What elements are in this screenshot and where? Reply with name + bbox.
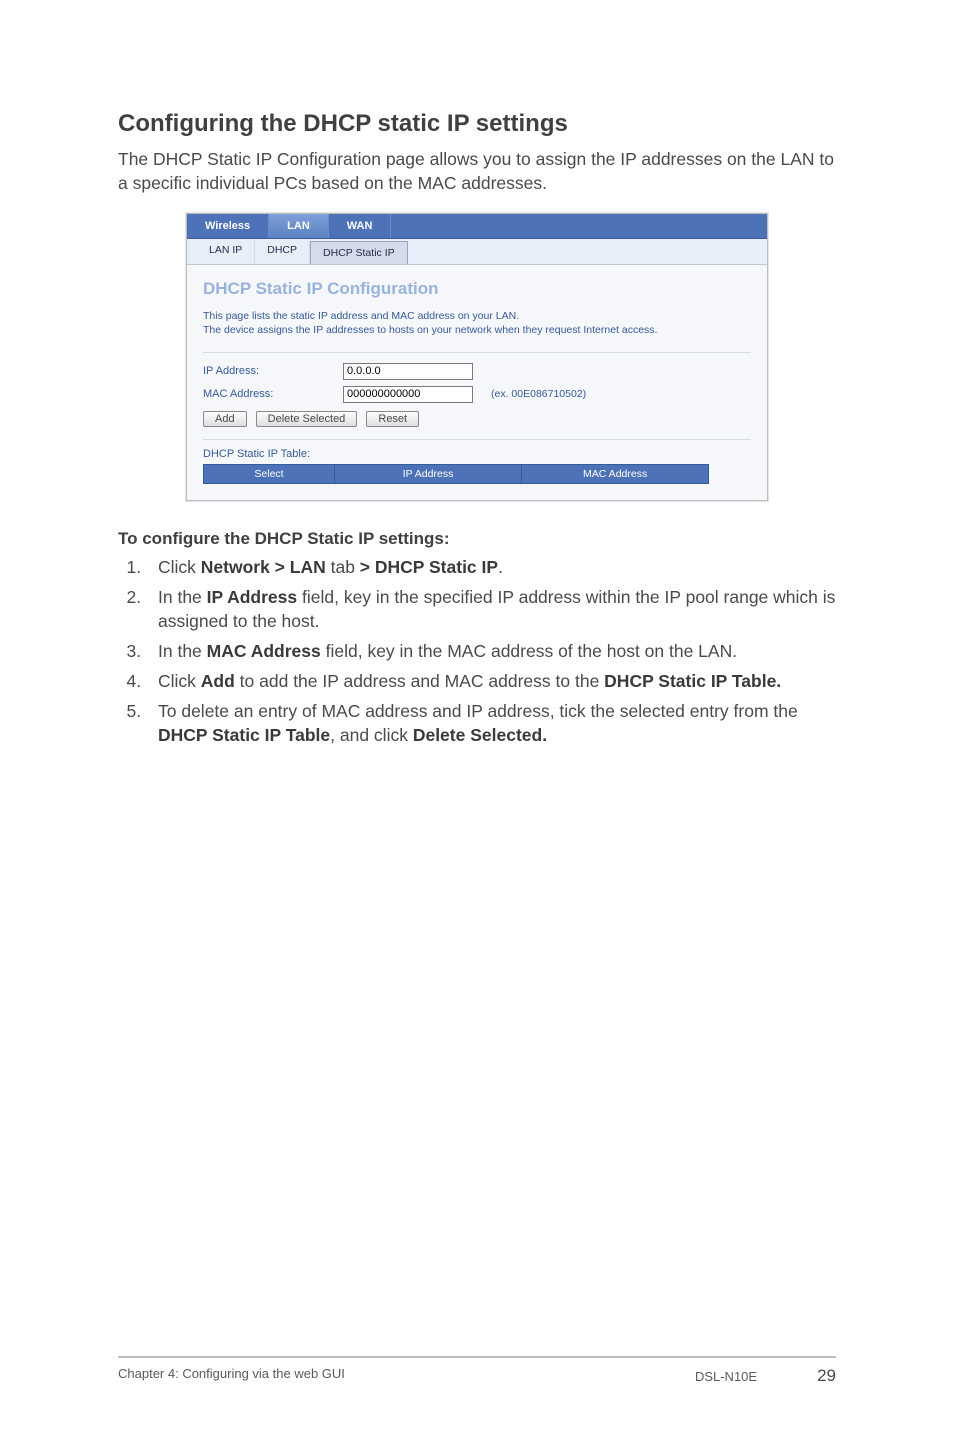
desc-line-2: The device assigns the IP addresses to h…	[203, 324, 657, 336]
ip-address-label: IP Address:	[203, 365, 343, 377]
col-mac-address: MAC Address	[522, 465, 708, 483]
step-2: In the IP Address field, key in the spec…	[146, 585, 836, 633]
tab-lan[interactable]: LAN	[269, 214, 329, 238]
mac-address-input[interactable]	[343, 386, 473, 403]
col-ip-address: IP Address	[335, 465, 522, 483]
instructions-heading: To configure the DHCP Static IP settings…	[118, 529, 836, 549]
col-select: Select	[204, 465, 335, 483]
ip-address-input[interactable]	[343, 363, 473, 380]
subtab-dhcp-static-ip[interactable]: DHCP Static IP	[310, 241, 408, 264]
mac-address-row: MAC Address: (ex. 00E086710502)	[203, 386, 751, 403]
delete-selected-button[interactable]: Delete Selected	[256, 411, 358, 427]
footer-model: DSL-N10E	[695, 1369, 757, 1384]
step-3: In the MAC Address field, key in the MAC…	[146, 639, 836, 663]
mac-address-label: MAC Address:	[203, 388, 343, 400]
instruction-steps: Click Network > LAN tab > DHCP Static IP…	[118, 555, 836, 748]
router-panel: Wireless LAN WAN LAN IP DHCP DHCP Static…	[186, 213, 768, 500]
button-row: Add Delete Selected Reset	[203, 411, 751, 427]
desc-line-1: This page lists the static IP address an…	[203, 310, 519, 322]
section-title: Configuring the DHCP static IP settings	[118, 110, 836, 138]
add-button[interactable]: Add	[203, 411, 247, 427]
step-1: Click Network > LAN tab > DHCP Static IP…	[146, 555, 836, 579]
config-description: This page lists the static IP address an…	[203, 309, 751, 352]
config-panel-title: DHCP Static IP Configuration	[203, 279, 751, 299]
ip-address-row: IP Address:	[203, 363, 751, 380]
step-4: Click Add to add the IP address and MAC …	[146, 669, 836, 693]
sub-tabs: LAN IP DHCP DHCP Static IP	[187, 239, 767, 265]
dhcp-static-ip-table: Select IP Address MAC Address	[203, 464, 709, 484]
footer-page-number: 29	[817, 1366, 836, 1386]
reset-button[interactable]: Reset	[366, 411, 419, 427]
subtab-dhcp[interactable]: DHCP	[255, 239, 310, 264]
subtab-lan-ip[interactable]: LAN IP	[197, 239, 255, 264]
step-5: To delete an entry of MAC address and IP…	[146, 699, 836, 747]
tab-wireless[interactable]: Wireless	[187, 214, 269, 238]
mac-address-hint: (ex. 00E086710502)	[491, 388, 586, 400]
section-intro: The DHCP Static IP Configuration page al…	[118, 148, 836, 195]
tab-wan[interactable]: WAN	[329, 214, 392, 238]
static-table-caption: DHCP Static IP Table:	[203, 448, 751, 460]
main-tabs: Wireless LAN WAN	[187, 214, 767, 239]
config-body: DHCP Static IP Configuration This page l…	[187, 265, 767, 499]
page-footer: Chapter 4: Configuring via the web GUI D…	[118, 1356, 836, 1386]
footer-chapter: Chapter 4: Configuring via the web GUI	[118, 1366, 345, 1386]
